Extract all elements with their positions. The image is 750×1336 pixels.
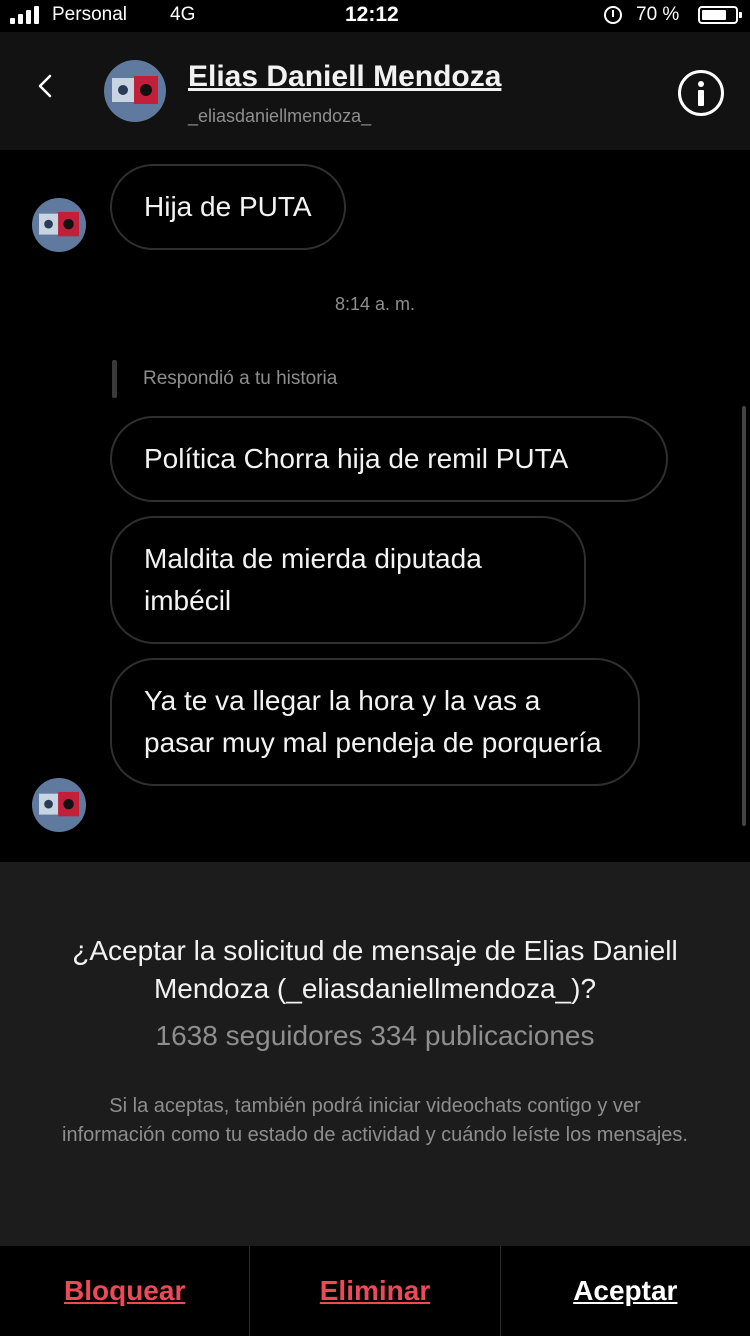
message-timestamp: 8:14 a. m. (334, 294, 416, 314)
info-icon[interactable] (678, 70, 724, 116)
signal-icon (10, 6, 39, 24)
block-button[interactable]: Bloquear (0, 1246, 249, 1336)
accept-button[interactable]: Aceptar (501, 1246, 750, 1336)
avatar[interactable] (104, 60, 166, 122)
carrier-label: Personal (52, 4, 127, 25)
message-thread[interactable]: Hija de PUTA 8:14 a. m. Respondió a tu h… (0, 150, 750, 862)
scrollbar[interactable] (742, 406, 746, 826)
alarm-icon (604, 6, 622, 24)
network-label: 4G (170, 4, 196, 25)
message-request-panel: ¿Aceptar la solicitud de mensaje de Elia… (0, 862, 750, 1246)
contact-name[interactable]: Elias Daniell Mendoza (188, 60, 501, 94)
status-bar: Personal 4G 12:12 70 % (0, 0, 750, 32)
battery-percent: 70 % (636, 4, 680, 25)
message-bubble[interactable]: Maldita de mierda diputada imbécil (110, 516, 586, 644)
request-stats: 1638 seguidores 334 publicaciones (155, 1020, 595, 1051)
battery-icon (698, 6, 742, 24)
delete-button[interactable]: Eliminar (250, 1246, 499, 1336)
message-bubble[interactable]: Ya te va llegar la hora y la vas a pasar… (110, 658, 640, 786)
contact-username: _eliasdaniellmendoza_ (188, 106, 372, 126)
chevron-left-icon[interactable] (34, 74, 58, 98)
reply-indicator (112, 360, 117, 398)
request-note: Si la aceptas, también podrá iniciar vid… (62, 1095, 688, 1146)
chat-header: Elias Daniell Mendoza _eliasdaniellmendo… (0, 32, 750, 150)
message-bubble[interactable]: Hija de PUTA (110, 164, 346, 250)
reply-label: Respondió a tu historia (143, 368, 338, 389)
avatar[interactable] (32, 778, 86, 832)
request-actions: Bloquear Eliminar Aceptar (0, 1246, 750, 1336)
avatar[interactable] (32, 198, 86, 252)
message-bubble[interactable]: Política Chorra hija de remil PUTA (110, 416, 668, 502)
status-time: 12:12 (345, 3, 399, 26)
request-title: ¿Aceptar la solicitud de mensaje de Elia… (72, 935, 678, 1004)
